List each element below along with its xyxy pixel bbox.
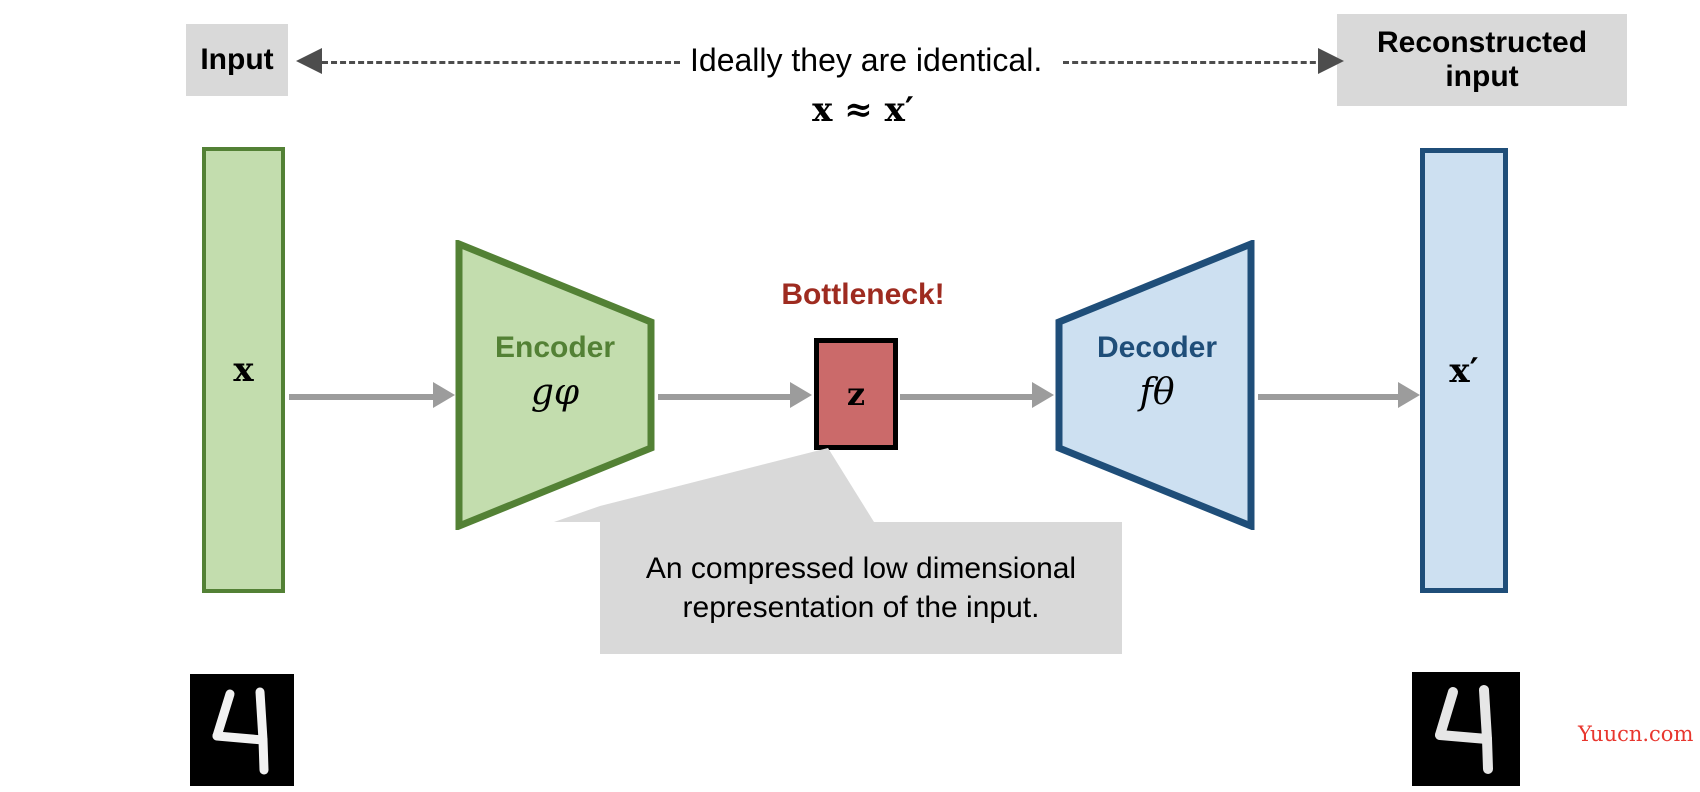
input-vector-label: x xyxy=(233,350,254,390)
callout-box: An compressed low dimensional representa… xyxy=(600,522,1122,654)
reconstructed-input-label-box: Reconstructed input xyxy=(1337,14,1627,106)
flow-arrow-input-to-encoder xyxy=(289,394,435,400)
encoder-title: Encoder xyxy=(494,331,616,364)
input-label-text: Input xyxy=(200,42,274,76)
latent-code-box: z xyxy=(814,338,898,450)
output-digit-image xyxy=(1412,672,1520,786)
reconstructed-input-label-text: Reconstructed input xyxy=(1377,26,1587,95)
dashed-connector-left xyxy=(322,61,680,64)
callout-pointer xyxy=(554,448,874,526)
identical-caption: Ideally they are identical. xyxy=(690,42,1043,78)
flow-arrow-head-icon xyxy=(1398,382,1420,408)
dashed-connector-right xyxy=(1063,61,1325,64)
autoencoder-diagram: Input Reconstructed input Ideally they a… xyxy=(0,0,1700,792)
flow-arrow-decoder-to-output xyxy=(1258,394,1400,400)
callout-text: An compressed low dimensional representa… xyxy=(645,552,1077,624)
output-vector-label: x′ xyxy=(1449,350,1479,391)
decoder-title: Decoder xyxy=(1096,331,1218,364)
output-vector-bar: x′ xyxy=(1420,148,1508,593)
decoder-subscript: fθ xyxy=(1139,372,1175,413)
flow-arrow-latent-to-decoder xyxy=(900,394,1034,400)
arrow-right-head-icon xyxy=(1318,48,1344,74)
reconstructed-line-2: input xyxy=(1445,60,1519,93)
flow-arrow-encoder-to-latent xyxy=(658,394,792,400)
bottleneck-title: Bottleneck! xyxy=(781,278,945,311)
latent-code-label: z xyxy=(846,375,866,413)
input-digit-image xyxy=(190,674,294,786)
input-label-box: Input xyxy=(186,24,288,96)
watermark: Yuucn.com xyxy=(1578,722,1694,746)
encoder-subscript: gφ xyxy=(530,372,580,413)
flow-arrow-head-icon xyxy=(790,382,812,408)
reconstructed-line-1: Reconstructed xyxy=(1376,25,1588,59)
input-vector-bar: x xyxy=(202,147,285,593)
flow-arrow-head-icon xyxy=(1032,382,1054,408)
arrow-left-head-icon xyxy=(296,48,322,74)
approximation-equation: x ≈ x′ xyxy=(812,90,914,130)
flow-arrow-head-icon xyxy=(433,382,455,408)
